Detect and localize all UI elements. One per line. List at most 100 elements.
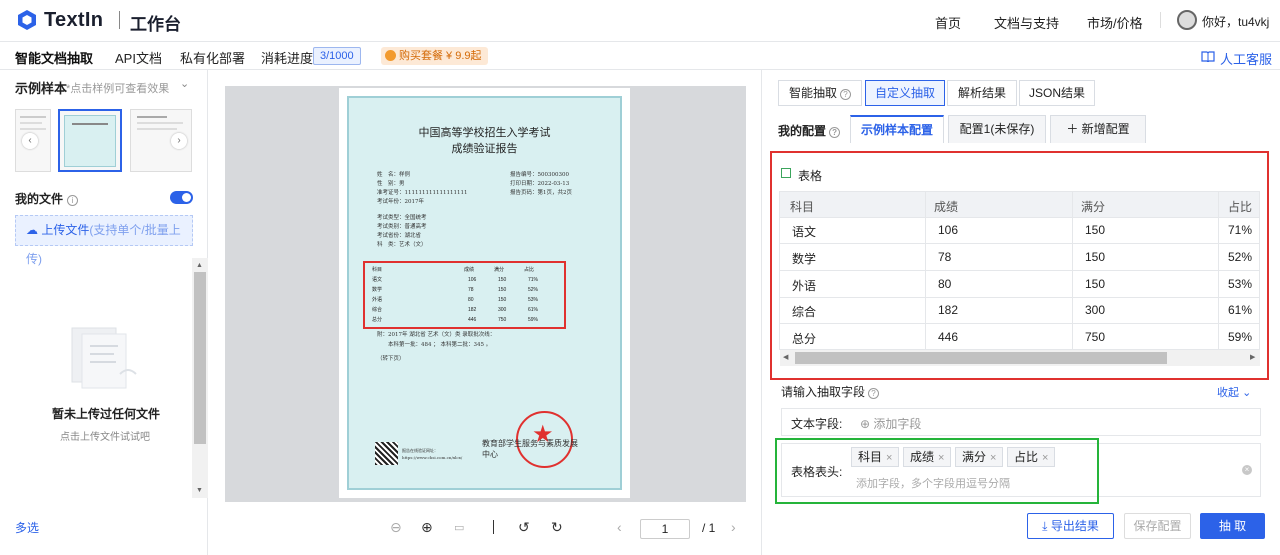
result-table[interactable]: 科目 成绩 满分 占比 语文 106 150 71% 数学 78 150 52%… bbox=[779, 191, 1260, 350]
table-cell: 182 bbox=[938, 303, 959, 317]
nav-market-price[interactable]: 市场/价格 bbox=[1087, 13, 1143, 32]
close-icon[interactable]: × bbox=[990, 452, 996, 464]
nav-docs-support[interactable]: 文档与支持 bbox=[994, 13, 1059, 32]
my-config-label: 我的配置? bbox=[778, 122, 841, 139]
prev-page-icon[interactable]: ‹ bbox=[617, 519, 622, 535]
chevron-right-icon[interactable]: › bbox=[171, 133, 187, 149]
brand-name[interactable]: TextIn bbox=[44, 9, 103, 32]
table-cell: 80 bbox=[938, 277, 952, 291]
config-tab-sample[interactable]: 示例样本配置 bbox=[850, 115, 944, 143]
tab-private-deploy[interactable]: 私有化部署 bbox=[180, 48, 245, 67]
help-icon[interactable]: ? bbox=[840, 89, 851, 100]
header-tag[interactable]: 满分 × bbox=[955, 447, 1004, 467]
nav-home[interactable]: 首页 bbox=[935, 13, 961, 32]
clear-icon[interactable]: × bbox=[1242, 465, 1252, 475]
usage-progress-label: 消耗进度 bbox=[261, 51, 314, 66]
add-text-field-button[interactable]: ⊕ 添加字段 bbox=[860, 415, 921, 432]
save-config-button[interactable]: 保存配置 bbox=[1124, 513, 1191, 539]
page-number-input[interactable]: 1 bbox=[640, 519, 690, 539]
table-cell: 数学 bbox=[792, 252, 817, 266]
info-line: 准考证号：111111111111111111 bbox=[377, 190, 468, 196]
sample-thumbnail-selected[interactable] bbox=[58, 109, 122, 172]
add-config-button[interactable]: ＋ 新增配置 bbox=[1050, 115, 1146, 143]
header-tag[interactable]: 科目 × bbox=[851, 447, 900, 467]
buy-package-label: 购买套餐 ¥ 9.9起 bbox=[399, 50, 482, 62]
tab-api-docs[interactable]: API文档 bbox=[115, 48, 162, 67]
tab-smart-extraction[interactable]: 智能文档抽取 bbox=[15, 48, 93, 67]
export-results-button[interactable]: ⤓ 导出结果 bbox=[1027, 513, 1114, 539]
table-cell: 446 bbox=[938, 330, 959, 344]
header-tag[interactable]: 成绩 × bbox=[903, 447, 952, 467]
collapse-toggle[interactable]: 收起 ⌄ bbox=[1217, 384, 1251, 400]
tab-custom-extract[interactable]: 自定义抽取 bbox=[865, 80, 945, 106]
info-line: 考试类型：全国统考 bbox=[377, 215, 427, 221]
column-header: 成绩 bbox=[934, 200, 959, 214]
certificate-title: 中国高等学校招生入学考试 bbox=[418, 126, 551, 139]
table-cell: 150 bbox=[1085, 250, 1106, 264]
customer-service-link[interactable]: 人工客服 bbox=[1220, 49, 1272, 68]
samples-hint: *点击样例可查看效果 bbox=[66, 83, 170, 95]
scroll-up-icon[interactable]: ▲ bbox=[196, 262, 203, 269]
column-header: 满分 bbox=[1081, 200, 1106, 214]
info-icon[interactable]: i bbox=[67, 195, 79, 206]
double-chevron-down-icon[interactable]: ⌄ bbox=[180, 77, 189, 90]
avatar[interactable] bbox=[1177, 10, 1197, 30]
table-scrollbar-thumb[interactable] bbox=[795, 352, 1167, 364]
info-line: 考试年份：2017年 bbox=[377, 199, 424, 205]
scroll-down-icon[interactable]: ▼ bbox=[196, 487, 203, 494]
textin-logo-icon bbox=[18, 10, 36, 30]
buy-package-button[interactable]: 购买套餐 ¥ 9.9起 bbox=[381, 47, 488, 65]
left-scrollbar-thumb[interactable] bbox=[194, 272, 206, 444]
header-tag[interactable]: 占比 × bbox=[1007, 447, 1056, 467]
user-greeting[interactable]: 你好，tu4vkj bbox=[1202, 13, 1269, 30]
row-divider bbox=[780, 323, 1259, 324]
my-files-toggle[interactable] bbox=[170, 191, 193, 204]
table-cell: 语文 bbox=[792, 225, 817, 239]
my-files-label: 我的文件 i bbox=[15, 190, 79, 207]
next-page-icon[interactable]: › bbox=[731, 519, 736, 535]
rotate-right-icon[interactable]: ↻ bbox=[551, 519, 563, 536]
table-cell: 300 bbox=[1085, 303, 1106, 317]
certificate-subtitle: 成绩验证报告 bbox=[451, 142, 518, 155]
row-divider bbox=[780, 270, 1259, 271]
coin-icon bbox=[385, 50, 396, 61]
row-divider bbox=[780, 217, 1259, 218]
close-icon[interactable]: × bbox=[1042, 452, 1048, 464]
empty-files-illustration-icon bbox=[71, 327, 137, 389]
extract-button[interactable]: 抽 取 bbox=[1200, 513, 1265, 539]
zoom-out-icon[interactable]: ⊖ bbox=[390, 519, 402, 536]
zoom-in-icon[interactable]: ⊕ bbox=[421, 519, 433, 536]
upload-file-button[interactable]: ☁ 上传文件(支持单个/批量上传) bbox=[15, 215, 193, 266]
qr-code-icon bbox=[375, 442, 398, 465]
config-tab-config1[interactable]: 配置1(未保存) bbox=[948, 115, 1046, 143]
header-field-input[interactable]: 添加字段，多个字段用逗号分隔 bbox=[856, 475, 1010, 491]
table-header-label: 表格表头: bbox=[791, 465, 843, 479]
tab-json-result[interactable]: JSON结果 bbox=[1019, 80, 1095, 106]
table-cell: 61% bbox=[1228, 303, 1253, 317]
chevron-left-icon[interactable]: ‹ bbox=[22, 133, 38, 149]
add-text-field-label: 添加字段 bbox=[873, 417, 922, 431]
close-icon[interactable]: × bbox=[886, 452, 892, 464]
fit-page-icon[interactable]: ▭ bbox=[454, 521, 464, 534]
scroll-left-icon[interactable]: ◀ bbox=[783, 353, 788, 361]
column-header: 占比 bbox=[1228, 200, 1253, 214]
close-icon[interactable]: × bbox=[938, 452, 944, 464]
page-total: / 1 bbox=[702, 521, 716, 535]
info-line: 考试类别：普通高考 bbox=[377, 224, 427, 230]
tab-smart-extract[interactable]: 智能抽取? bbox=[778, 80, 862, 106]
quota-badge: 3/1000 bbox=[313, 47, 361, 65]
brand-divider bbox=[119, 11, 120, 29]
rotate-left-icon[interactable]: ↺ bbox=[518, 519, 530, 536]
help-icon[interactable]: ? bbox=[868, 388, 880, 399]
empty-title: 暂未上传过任何文件 bbox=[52, 407, 161, 421]
cloud-upload-icon: ☁ bbox=[26, 223, 38, 237]
scroll-right-icon[interactable]: ▶ bbox=[1250, 353, 1255, 361]
multi-select-link[interactable]: 多选 bbox=[15, 519, 39, 536]
tab-parse-result[interactable]: 解析结果 bbox=[947, 80, 1017, 106]
info-line: 科 类：艺术（文） bbox=[377, 242, 427, 248]
table-cell: 综合 bbox=[792, 305, 817, 319]
table-cell: 71% bbox=[1228, 223, 1253, 237]
tag-label: 成绩 bbox=[910, 450, 935, 464]
table-cell: 总分 bbox=[792, 332, 817, 346]
help-icon[interactable]: ? bbox=[829, 127, 841, 138]
